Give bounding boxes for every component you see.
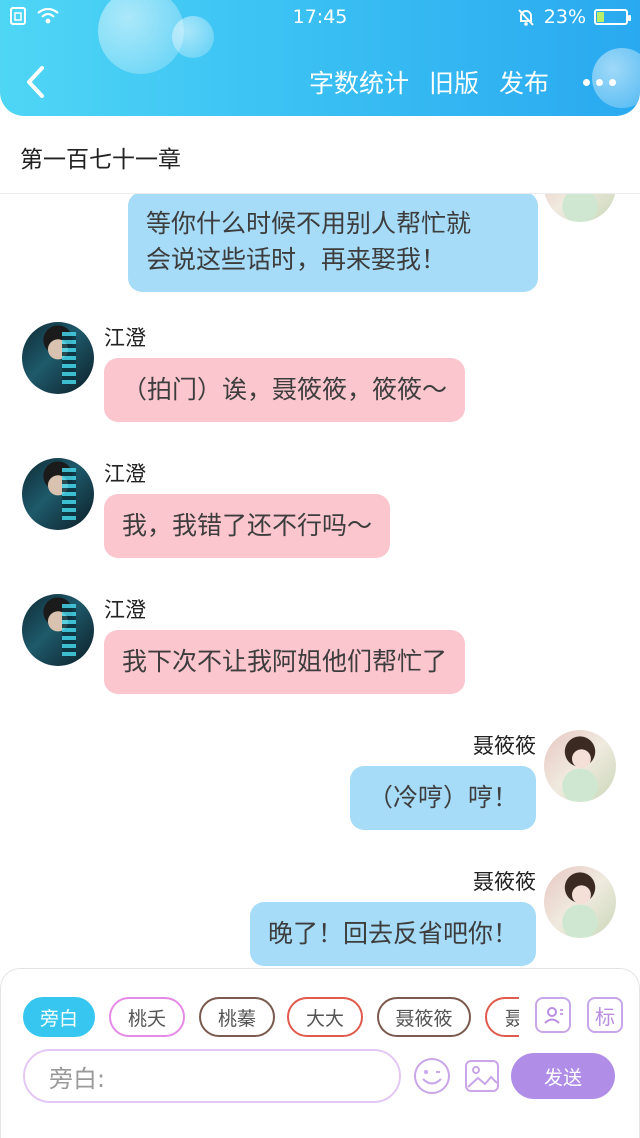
status-bar: 17:45 23% [0,0,640,34]
message-input[interactable]: 旁白: [23,1049,401,1103]
message-text-line: 会说这些话时，再来娶我！ [146,245,447,274]
battery-icon [594,9,631,25]
chat-bubble[interactable]: （冷哼）哼！ [349,766,536,830]
send-button[interactable]: 发送 [511,1053,615,1099]
speaker-name: 江澄 [104,598,146,622]
chat-bubble[interactable]: 晚了！回去反省吧你！ [249,902,536,966]
chat-bubble[interactable]: 等你什么时候不用别人帮忙就 会说这些话时，再来娶我！ [128,194,538,292]
bell-muted-icon [518,9,534,26]
input-panel: 旁白 桃夭 桃蓁 大大 聂筱筱 聂 标 旁白: 发送 [0,968,640,1138]
role-chip-narrator[interactable]: 旁白 [23,997,95,1037]
word-count-button[interactable]: 字数统计 [309,64,409,100]
avatar-jiang-cheng[interactable] [22,322,94,394]
message-text: 晚了！回去反省吧你！ [267,919,518,948]
status-right-icons: 23% [516,6,631,28]
avatar-jiang-cheng[interactable] [22,594,94,666]
chapter-title[interactable]: 第一百七十一章 [20,140,181,174]
back-arrow-icon[interactable] [20,62,50,102]
role-chip[interactable]: 桃夭 [109,997,185,1037]
chat-bubble[interactable]: 我下次不让我阿姐他们帮忙了 [104,630,466,694]
message-text-line: 等你什么时候不用别人帮忙就 [146,209,472,238]
image-icon[interactable] [463,1057,501,1095]
battery-percent: 23% [543,6,586,28]
top-header: 17:45 23% 字数统计 旧版 发布 [0,0,640,116]
avatar-nie-xiaoxiao[interactable] [544,730,616,802]
avatar-nie-xiaoxiao[interactable] [544,194,616,222]
person-icon [544,1007,563,1024]
role-selector[interactable]: 旁白 桃夭 桃蓁 大大 聂筱筱 聂 [23,997,519,1037]
speaker-name: 聂筱筱 [473,734,536,758]
add-role-icon[interactable] [535,997,571,1033]
chat-area[interactable]: 等你什么时候不用别人帮忙就 会说这些话时，再来娶我！ 江澄 （拍门）诶，聂筱筱，… [0,194,640,970]
message-text: 我，我错了还不行吗～ [122,511,373,540]
publish-button[interactable]: 发布 [499,64,549,100]
role-chip[interactable]: 大大 [287,997,363,1037]
speaker-name: 聂筱筱 [473,870,536,894]
role-chip[interactable]: 聂筱筱 [377,997,471,1037]
role-chip[interactable]: 聂 [485,997,519,1037]
speaker-name: 江澄 [104,462,146,486]
old-version-button[interactable]: 旧版 [429,64,479,100]
avatar-nie-xiaoxiao[interactable] [544,866,616,938]
app-screen: 17:45 23% 字数统计 旧版 发布 第一百七十一章 等你什么时候不用别人帮… [0,0,640,1138]
role-chip[interactable]: 桃蓁 [199,997,275,1037]
emoji-icon[interactable] [413,1057,451,1095]
tag-button[interactable]: 标 [587,997,623,1033]
chat-bubble[interactable]: （拍门）诶，聂筱筱，筱筱～ [104,358,466,422]
chapter-title-bar: 第一百七十一章 [0,116,640,194]
message-text: （拍门）诶，聂筱筱，筱筱～ [122,375,448,404]
header-actions: 字数统计 旧版 发布 [309,64,616,100]
message-text: （冷哼）哼！ [367,783,518,812]
message-text: 我下次不让我阿姐他们帮忙了 [122,647,448,676]
more-icon[interactable] [569,78,616,86]
chat-bubble[interactable]: 我，我错了还不行吗～ [104,494,391,558]
avatar-jiang-cheng[interactable] [22,458,94,530]
speaker-name: 江澄 [104,326,146,350]
